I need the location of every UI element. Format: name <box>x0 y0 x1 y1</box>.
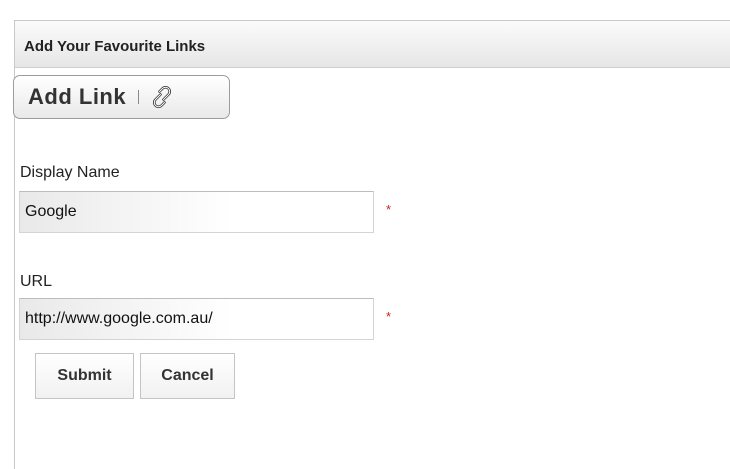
display-name-input[interactable] <box>19 191 374 233</box>
button-divider <box>138 90 140 104</box>
panel-header: Add Your Favourite Links <box>15 21 730 68</box>
cancel-button[interactable]: Cancel <box>140 353 235 399</box>
submit-button[interactable]: Submit <box>35 353 134 399</box>
panel-title: Add Your Favourite Links <box>24 37 206 55</box>
add-link-button[interactable]: Add Link <box>13 75 230 119</box>
display-name-required-marker: * <box>386 202 392 217</box>
add-link-label: Add Link <box>28 84 127 109</box>
link-icon <box>147 82 177 112</box>
display-name-label: Display Name <box>20 164 120 181</box>
url-label: URL <box>20 273 53 290</box>
url-input[interactable] <box>19 298 374 340</box>
url-required-marker: * <box>386 309 392 324</box>
